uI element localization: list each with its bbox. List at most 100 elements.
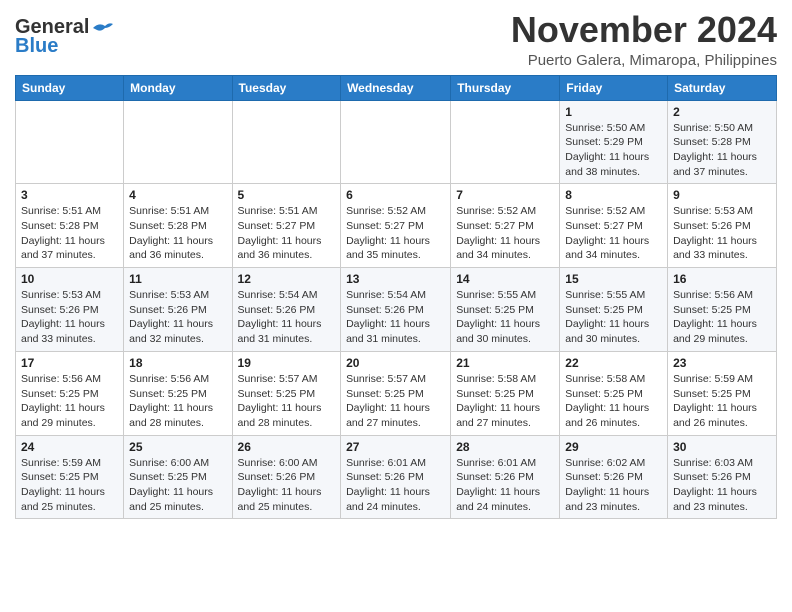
day-cell: 15 Sunrise: 5:55 AM Sunset: 5:25 PM Dayli… xyxy=(560,268,668,352)
day-info: Sunrise: 5:57 AM Sunset: 5:25 PM Dayligh… xyxy=(238,372,336,431)
day-info: Sunrise: 5:59 AM Sunset: 5:25 PM Dayligh… xyxy=(673,372,771,431)
day-info: Sunrise: 6:01 AM Sunset: 5:26 PM Dayligh… xyxy=(456,456,554,515)
title-block: November 2024 Puerto Galera, Mimaropa, P… xyxy=(511,10,777,69)
day-info: Sunrise: 6:00 AM Sunset: 5:25 PM Dayligh… xyxy=(129,456,226,515)
location: Puerto Galera, Mimaropa, Philippines xyxy=(511,52,777,69)
day-info: Sunrise: 5:51 AM Sunset: 5:28 PM Dayligh… xyxy=(21,204,118,263)
day-info: Sunrise: 5:55 AM Sunset: 5:25 PM Dayligh… xyxy=(456,288,554,347)
day-info: Sunrise: 5:56 AM Sunset: 5:25 PM Dayligh… xyxy=(673,288,771,347)
week-row-4: 17 Sunrise: 5:56 AM Sunset: 5:25 PM Dayli… xyxy=(16,351,777,435)
day-number: 16 xyxy=(673,272,771,286)
day-cell: 8Sunrise: 5:52 AM Sunset: 5:27 PM Daylig… xyxy=(560,184,668,268)
col-header-monday: Monday xyxy=(124,75,232,100)
day-number: 12 xyxy=(238,272,336,286)
day-number: 23 xyxy=(673,356,771,370)
day-number: 22 xyxy=(565,356,662,370)
day-number: 14 xyxy=(456,272,554,286)
day-number: 3 xyxy=(21,188,118,202)
day-info: Sunrise: 6:01 AM Sunset: 5:26 PM Dayligh… xyxy=(346,456,445,515)
calendar-header: SundayMondayTuesdayWednesdayThursdayFrid… xyxy=(16,75,777,100)
day-info: Sunrise: 5:56 AM Sunset: 5:25 PM Dayligh… xyxy=(129,372,226,431)
week-row-2: 3 Sunrise: 5:51 AM Sunset: 5:28 PM Daylig… xyxy=(16,184,777,268)
day-info: Sunrise: 5:51 AM Sunset: 5:27 PM Dayligh… xyxy=(238,204,336,263)
day-number: 1 xyxy=(565,105,662,119)
day-cell xyxy=(451,100,560,184)
day-cell: 1 Sunrise: 5:50 AM Sunset: 5:29 PM Daylig… xyxy=(560,100,668,184)
day-cell: 2 Sunrise: 5:50 AM Sunset: 5:28 PM Daylig… xyxy=(668,100,777,184)
day-info: Sunrise: 5:50 AM Sunset: 5:29 PM Dayligh… xyxy=(565,121,662,180)
day-info: Sunrise: 5:52 AM Sunset: 5:27 PM Dayligh… xyxy=(346,204,445,263)
day-number: 4 xyxy=(129,188,226,202)
page-header: General Blue November 2024 Puerto Galera… xyxy=(15,10,777,69)
day-cell: 11 Sunrise: 5:53 AM Sunset: 5:26 PM Dayli… xyxy=(124,268,232,352)
day-number: 6 xyxy=(346,188,445,202)
day-number: 29 xyxy=(565,440,662,454)
day-number: 7 xyxy=(456,188,554,202)
day-number: 19 xyxy=(238,356,336,370)
day-number: 26 xyxy=(238,440,336,454)
day-cell xyxy=(124,100,232,184)
day-cell: 5 Sunrise: 5:51 AM Sunset: 5:27 PM Daylig… xyxy=(232,184,341,268)
day-cell: 26 Sunrise: 6:00 AM Sunset: 5:26 PM Dayli… xyxy=(232,435,341,519)
col-header-tuesday: Tuesday xyxy=(232,75,341,100)
day-cell: 14 Sunrise: 5:55 AM Sunset: 5:25 PM Dayli… xyxy=(451,268,560,352)
day-cell: 23 Sunrise: 5:59 AM Sunset: 5:25 PM Dayli… xyxy=(668,351,777,435)
day-cell: 10 Sunrise: 5:53 AM Sunset: 5:26 PM Dayli… xyxy=(16,268,124,352)
day-info: Sunrise: 6:03 AM Sunset: 5:26 PM Dayligh… xyxy=(673,456,771,515)
day-info: Sunrise: 5:53 AM Sunset: 5:26 PM Dayligh… xyxy=(21,288,118,347)
day-number: 27 xyxy=(346,440,445,454)
day-cell: 30 Sunrise: 6:03 AM Sunset: 5:26 PM Dayli… xyxy=(668,435,777,519)
day-info: Sunrise: 5:52 AM Sunset: 5:27 PM Dayligh… xyxy=(565,204,662,263)
day-info: Sunrise: 6:00 AM Sunset: 5:26 PM Dayligh… xyxy=(238,456,336,515)
day-number: 17 xyxy=(21,356,118,370)
day-number: 2 xyxy=(673,105,771,119)
day-cell: 19 Sunrise: 5:57 AM Sunset: 5:25 PM Dayli… xyxy=(232,351,341,435)
day-info: Sunrise: 6:02 AM Sunset: 5:26 PM Dayligh… xyxy=(565,456,662,515)
day-number: 13 xyxy=(346,272,445,286)
day-number: 25 xyxy=(129,440,226,454)
day-number: 5 xyxy=(238,188,336,202)
day-info: Sunrise: 5:55 AM Sunset: 5:25 PM Dayligh… xyxy=(565,288,662,347)
day-cell: 29 Sunrise: 6:02 AM Sunset: 5:26 PM Dayli… xyxy=(560,435,668,519)
day-number: 15 xyxy=(565,272,662,286)
col-header-sunday: Sunday xyxy=(16,75,124,100)
col-header-saturday: Saturday xyxy=(668,75,777,100)
day-info: Sunrise: 5:58 AM Sunset: 5:25 PM Dayligh… xyxy=(456,372,554,431)
day-info: Sunrise: 5:53 AM Sunset: 5:26 PM Dayligh… xyxy=(673,204,771,263)
day-cell: 17Sunrise: 5:56 AM Sunset: 5:25 PM Dayli… xyxy=(16,351,124,435)
day-cell xyxy=(232,100,341,184)
day-info: Sunrise: 5:59 AM Sunset: 5:25 PM Dayligh… xyxy=(21,456,118,515)
day-info: Sunrise: 5:52 AM Sunset: 5:27 PM Dayligh… xyxy=(456,204,554,263)
day-info: Sunrise: 5:50 AM Sunset: 5:28 PM Dayligh… xyxy=(673,121,771,180)
day-info: Sunrise: 5:53 AM Sunset: 5:26 PM Dayligh… xyxy=(129,288,226,347)
logo-bird-icon xyxy=(91,20,113,36)
day-cell: 6 Sunrise: 5:52 AM Sunset: 5:27 PM Daylig… xyxy=(341,184,451,268)
calendar-body: 1 Sunrise: 5:50 AM Sunset: 5:29 PM Daylig… xyxy=(16,100,777,519)
week-row-5: 24 Sunrise: 5:59 AM Sunset: 5:25 PM Dayli… xyxy=(16,435,777,519)
day-cell: 18 Sunrise: 5:56 AM Sunset: 5:25 PM Dayli… xyxy=(124,351,232,435)
day-cell: 20Sunrise: 5:57 AM Sunset: 5:25 PM Dayli… xyxy=(341,351,451,435)
col-header-friday: Friday xyxy=(560,75,668,100)
logo-blue: Blue xyxy=(15,35,58,58)
day-info: Sunrise: 5:57 AM Sunset: 5:25 PM Dayligh… xyxy=(346,372,445,431)
logo: General Blue xyxy=(15,10,113,58)
day-cell: 24 Sunrise: 5:59 AM Sunset: 5:25 PM Dayli… xyxy=(16,435,124,519)
day-cell xyxy=(341,100,451,184)
day-info: Sunrise: 5:54 AM Sunset: 5:26 PM Dayligh… xyxy=(238,288,336,347)
day-number: 10 xyxy=(21,272,118,286)
month-title: November 2024 xyxy=(511,10,777,50)
day-number: 30 xyxy=(673,440,771,454)
week-row-1: 1 Sunrise: 5:50 AM Sunset: 5:29 PM Daylig… xyxy=(16,100,777,184)
day-number: 24 xyxy=(21,440,118,454)
calendar-table: SundayMondayTuesdayWednesdayThursdayFrid… xyxy=(15,75,777,520)
day-cell: 7 Sunrise: 5:52 AM Sunset: 5:27 PM Daylig… xyxy=(451,184,560,268)
col-header-thursday: Thursday xyxy=(451,75,560,100)
day-info: Sunrise: 5:58 AM Sunset: 5:25 PM Dayligh… xyxy=(565,372,662,431)
day-info: Sunrise: 5:51 AM Sunset: 5:28 PM Dayligh… xyxy=(129,204,226,263)
day-number: 18 xyxy=(129,356,226,370)
day-cell xyxy=(16,100,124,184)
day-number: 11 xyxy=(129,272,226,286)
day-cell: 4 Sunrise: 5:51 AM Sunset: 5:28 PM Daylig… xyxy=(124,184,232,268)
week-row-3: 10 Sunrise: 5:53 AM Sunset: 5:26 PM Dayli… xyxy=(16,268,777,352)
header-row: SundayMondayTuesdayWednesdayThursdayFrid… xyxy=(16,75,777,100)
